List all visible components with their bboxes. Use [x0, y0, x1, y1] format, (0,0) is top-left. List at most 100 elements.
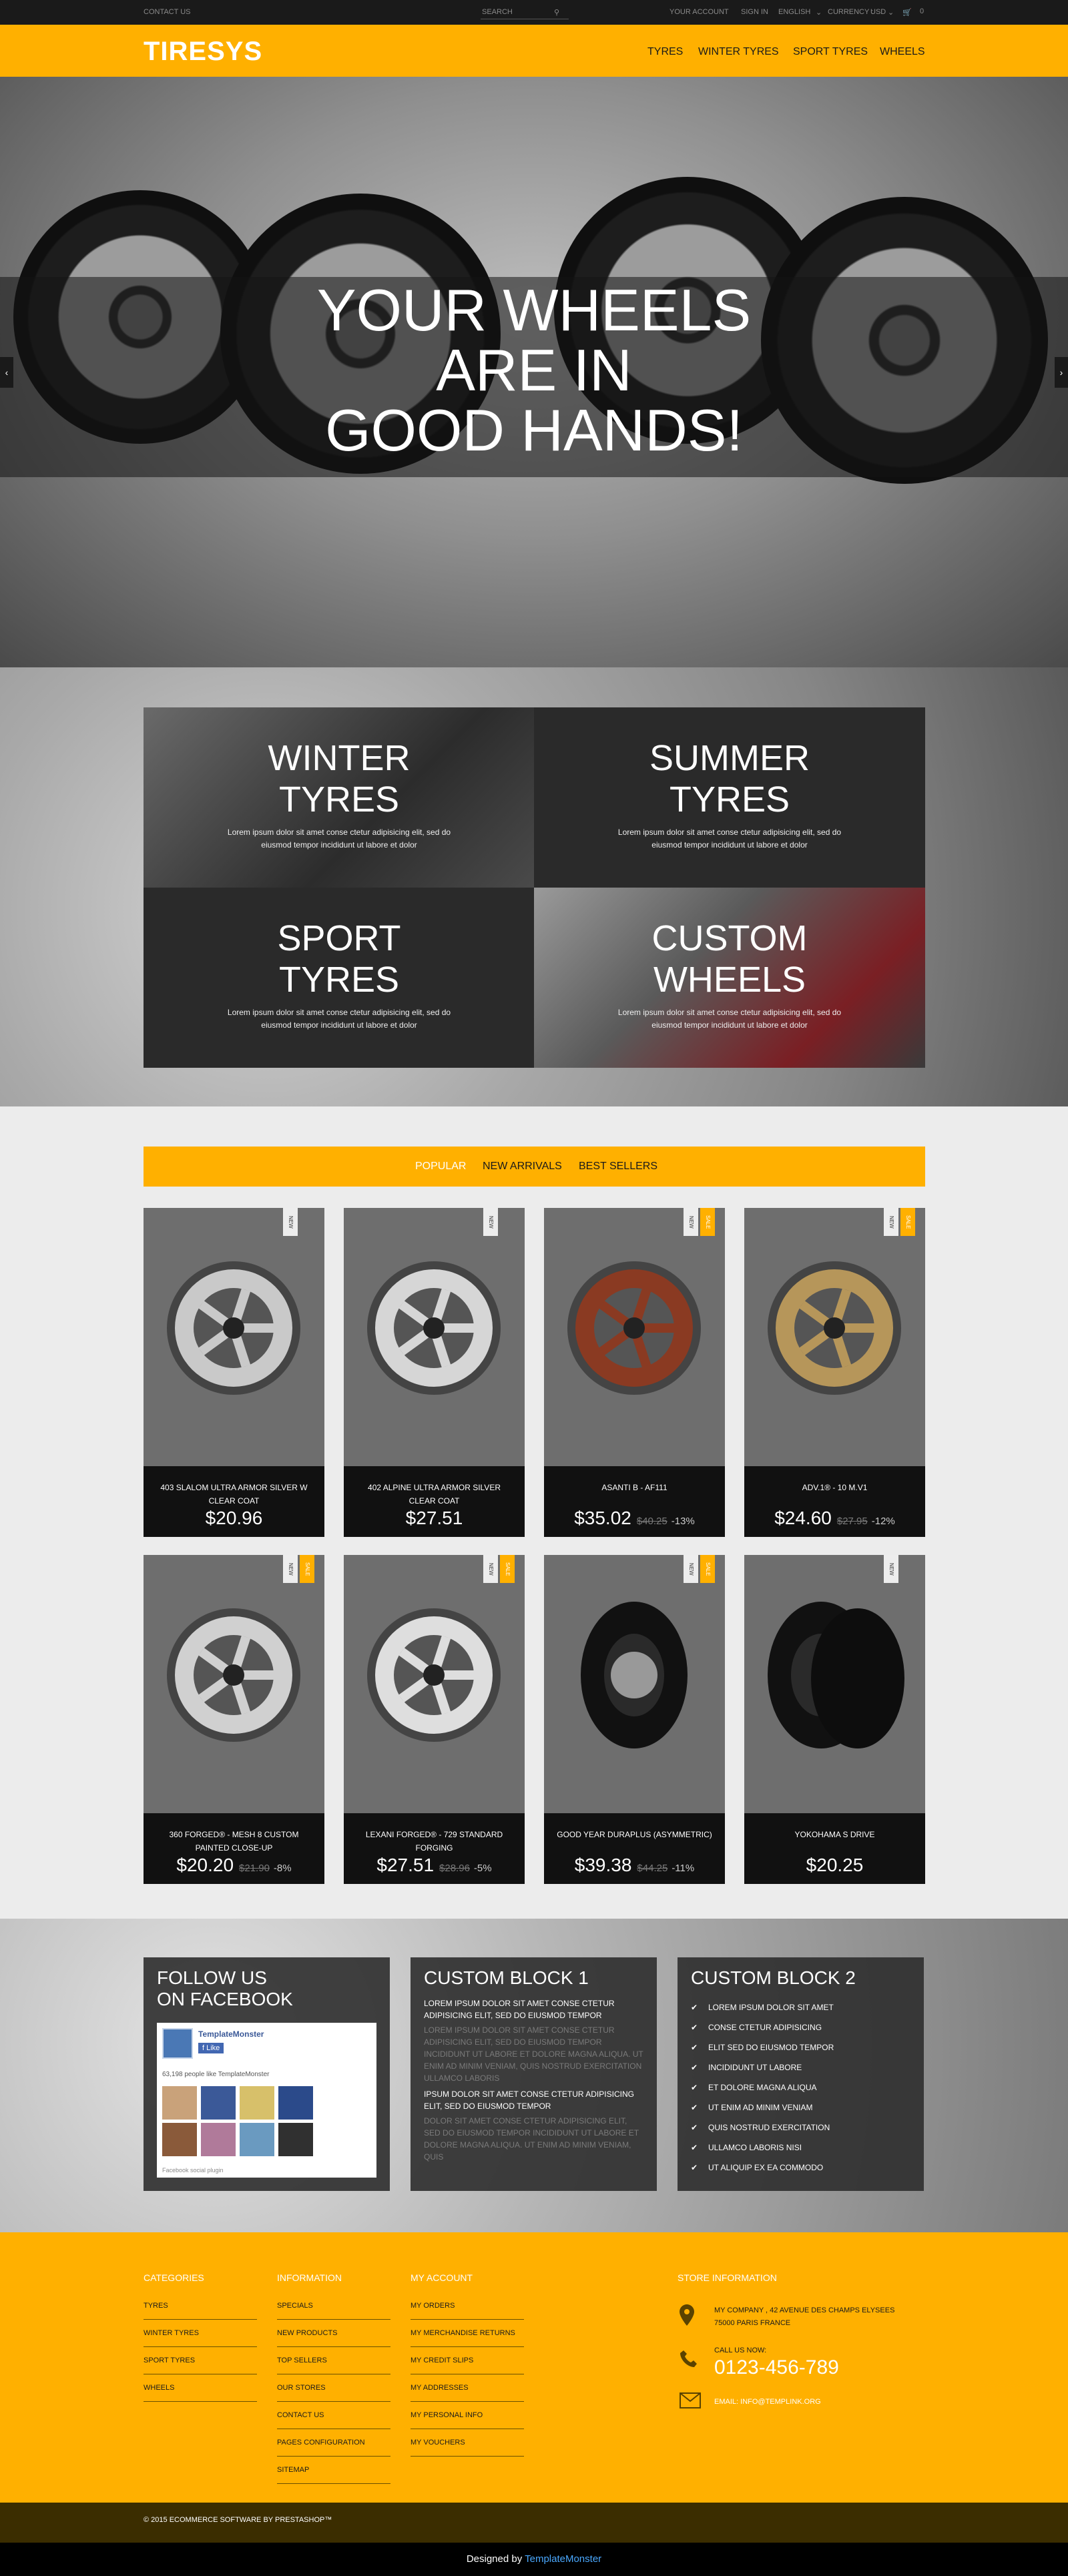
- nav-item-winter-tyres[interactable]: WINTER TYRES: [698, 46, 779, 58]
- new-badge: NEW: [684, 1208, 698, 1236]
- avatar[interactable]: [240, 2086, 274, 2120]
- avatar[interactable]: [278, 2123, 313, 2156]
- nav-item-sport-tyres[interactable]: SPORT TYRES: [793, 46, 868, 58]
- product-name[interactable]: LEXANI FORGED® - 729 STANDARD FORGING: [356, 1828, 513, 1855]
- product-image[interactable]: [364, 1248, 505, 1408]
- product-card[interactable]: NEW 402 ALPINE ULTRA ARMOR SILVER CLEAR …: [344, 1208, 525, 1537]
- price-row: $39.38 $44.25 -11%: [544, 1855, 725, 1876]
- language-select[interactable]: ENGLISH: [778, 8, 810, 16]
- avatar[interactable]: [201, 2123, 236, 2156]
- hero-line: ARE IN: [436, 337, 632, 403]
- facebook-page-name[interactable]: TemplateMonster: [198, 2029, 264, 2039]
- price-row: $35.02 $40.25 -13%: [544, 1508, 725, 1529]
- chevron-down-icon: ⌄: [816, 9, 822, 17]
- category-banner-summer-tyres[interactable]: SUMMER TYRES Lorem ipsum dolor sit amet c…: [534, 707, 925, 888]
- facebook-like-button[interactable]: f Like: [198, 2043, 224, 2053]
- product-image[interactable]: [764, 1595, 905, 1755]
- product-image[interactable]: [564, 1595, 705, 1755]
- slider-prev-button[interactable]: ‹: [0, 357, 13, 388]
- nav-item-wheels[interactable]: WHEELS: [880, 46, 925, 58]
- old-price: $40.25: [636, 1516, 668, 1527]
- footer-link[interactable]: MY ORDERS: [411, 2292, 524, 2320]
- footer-link[interactable]: TYRES: [144, 2292, 257, 2320]
- search-icon[interactable]: ⚲: [554, 8, 559, 17]
- facebook-widget[interactable]: TemplateMonster f Like 63,198 people lik…: [157, 2023, 376, 2178]
- price-row: $20.25: [744, 1855, 925, 1876]
- product-card[interactable]: NEW 403 SLALOM ULTRA ARMOR SILVER W CLEA…: [144, 1208, 324, 1537]
- product-name[interactable]: GOOD YEAR DURAPLUS (ASYMMETRIC): [556, 1828, 713, 1841]
- discount-percent: -11%: [672, 1863, 695, 1874]
- product-image[interactable]: [764, 1248, 905, 1408]
- product-card[interactable]: NEW YOKOHAMA S DRIVE $20.25: [744, 1555, 925, 1884]
- sale-badge: SALE: [500, 1555, 515, 1583]
- product-name[interactable]: YOKOHAMA S DRIVE: [756, 1828, 913, 1841]
- category-banner-sport-tyres[interactable]: SPORT TYRES Lorem ipsum dolor sit amet co…: [144, 888, 535, 1068]
- product-image[interactable]: [164, 1248, 304, 1408]
- designer-credit[interactable]: Designed by TemplateMonster: [0, 2543, 1068, 2576]
- product-image[interactable]: [364, 1595, 505, 1755]
- avatar: [162, 2028, 193, 2059]
- product-name[interactable]: 402 ALPINE ULTRA ARMOR SILVER CLEAR COAT: [356, 1481, 513, 1508]
- check-icon: ✔: [691, 2163, 698, 2172]
- old-price: $27.95: [836, 1516, 868, 1527]
- logo[interactable]: TIRESYS: [144, 37, 262, 67]
- footer-link[interactable]: MY MERCHANDISE RETURNS: [411, 2320, 524, 2347]
- footer-link[interactable]: OUR STORES: [277, 2374, 390, 2402]
- footer-link[interactable]: WHEELS: [144, 2374, 257, 2402]
- footer-link[interactable]: MY VOUCHERS: [411, 2429, 524, 2457]
- avatar[interactable]: [201, 2086, 236, 2120]
- product-image[interactable]: [564, 1248, 705, 1408]
- footer-link[interactable]: MY ADDRESSES: [411, 2374, 524, 2402]
- footer-link[interactable]: TOP SELLERS: [277, 2347, 390, 2374]
- avatar[interactable]: [278, 2086, 313, 2120]
- signin-link[interactable]: SIGN IN: [741, 8, 768, 16]
- footer-link[interactable]: PAGES CONFIGURATION: [277, 2429, 390, 2457]
- store-phone[interactable]: 0123-456-789: [714, 2356, 839, 2379]
- product-name[interactable]: ADV.1® - 10 M.V1: [756, 1481, 913, 1494]
- tab-new-arrivals[interactable]: NEW ARRIVALS: [483, 1161, 562, 1173]
- currency-select[interactable]: USD: [870, 8, 886, 16]
- product-card[interactable]: NEW SALE ASANTI B - AF111 $35.02 $40.25 -13…: [544, 1208, 725, 1537]
- category-banner-winter-tyres[interactable]: WINTER TYRES Lorem ipsum dolor sit amet c…: [144, 707, 535, 888]
- discount-percent: -12%: [871, 1516, 895, 1527]
- check-icon: ✔: [691, 2063, 698, 2072]
- product-image[interactable]: [164, 1595, 304, 1755]
- footer-link[interactable]: WINTER TYRES: [144, 2320, 257, 2347]
- product-name[interactable]: 403 SLALOM ULTRA ARMOR SILVER W CLEAR CO…: [156, 1481, 312, 1508]
- product-card[interactable]: NEW SALE LEXANI FORGED® - 729 STANDARD FO…: [344, 1555, 525, 1884]
- footer-link[interactable]: SPECIALS: [277, 2292, 390, 2320]
- product-name[interactable]: 360 FORGED® - MESH 8 CUSTOM PAINTED CLOS…: [156, 1828, 312, 1855]
- category-banner-custom-wheels[interactable]: CUSTOM WHEELS Lorem ipsum dolor sit amet …: [534, 888, 925, 1068]
- product-name[interactable]: ASANTI B - AF111: [556, 1481, 713, 1494]
- tab-popular[interactable]: POPULAR: [415, 1161, 466, 1173]
- footer-link[interactable]: NEW PRODUCTS: [277, 2320, 390, 2347]
- product-info: 403 SLALOM ULTRA ARMOR SILVER W CLEAR CO…: [144, 1466, 324, 1537]
- product-price: $20.20: [176, 1855, 234, 1875]
- product-card[interactable]: NEW SALE ADV.1® - 10 M.V1 $24.60 $27.95 -12…: [744, 1208, 925, 1537]
- slider-next-button[interactable]: ›: [1055, 357, 1068, 388]
- product-card[interactable]: NEW SALE 360 FORGED® - MESH 8 CUSTOM PAIN…: [144, 1555, 324, 1884]
- avatar[interactable]: [240, 2123, 274, 2156]
- facebook-faces: [162, 2086, 371, 2160]
- avatar[interactable]: [162, 2123, 197, 2156]
- nav-item-tyres[interactable]: TYRES: [647, 46, 683, 58]
- price-row: $24.60 $27.95 -12%: [744, 1508, 925, 1529]
- account-link[interactable]: YOUR ACCOUNT: [670, 8, 729, 16]
- facebook-plugin-label: Facebook social plugin: [162, 2167, 224, 2174]
- contact-link[interactable]: CONTACT US: [144, 8, 191, 16]
- cart-icon[interactable]: 🛒: [902, 8, 912, 17]
- block-text: IPSUM DOLOR SIT AMET CONSE CTETUR ADIPIS…: [424, 2089, 634, 2111]
- avatar[interactable]: [162, 2086, 197, 2120]
- tab-best-sellers[interactable]: BEST SELLERS: [579, 1161, 657, 1173]
- product-price: $24.60: [774, 1508, 832, 1528]
- footer-link[interactable]: CONTACT US: [277, 2402, 390, 2429]
- check-icon: ✔: [691, 2043, 698, 2052]
- footer-link[interactable]: SPORT TYRES: [144, 2347, 257, 2374]
- category-description: Lorem ipsum dolor sit amet conse ctetur …: [617, 828, 842, 850]
- footer-link[interactable]: MY CREDIT SLIPS: [411, 2347, 524, 2374]
- product-card[interactable]: NEW SALE GOOD YEAR DURAPLUS (ASYMMETRIC) …: [544, 1555, 725, 1884]
- search-input[interactable]: SEARCH: [482, 8, 513, 16]
- store-email[interactable]: EMAIL: INFO@TEMPLINK.ORG: [714, 2396, 821, 2408]
- footer-link[interactable]: SITEMAP: [277, 2457, 390, 2484]
- footer-link[interactable]: MY PERSONAL INFO: [411, 2402, 524, 2429]
